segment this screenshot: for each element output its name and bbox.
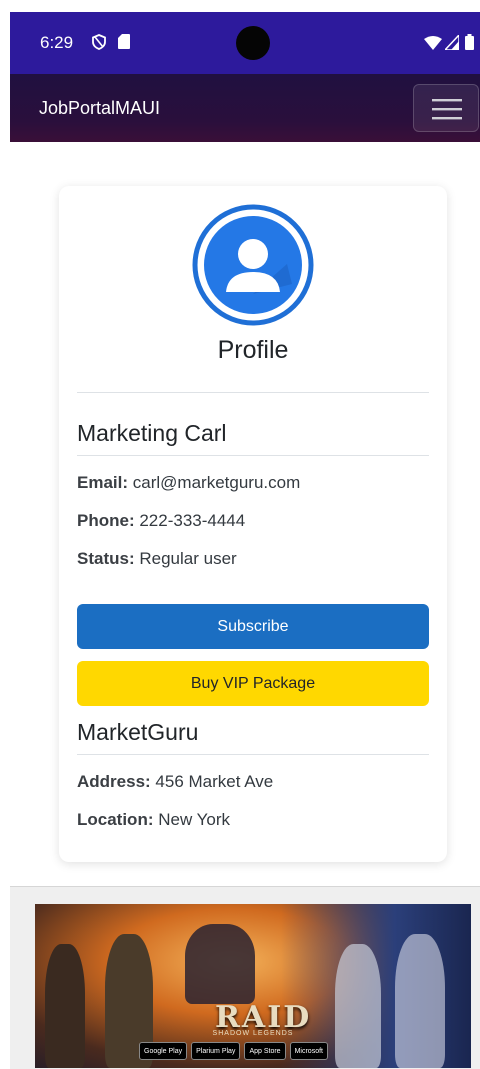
advertisement-banner[interactable]: RAID SHADOW LEGENDS Google Play Plarium … xyxy=(35,904,471,1068)
status-time: 6:29 xyxy=(40,33,74,52)
app-store-badge[interactable]: App Store xyxy=(244,1042,286,1060)
microsoft-badge[interactable]: Microsoft xyxy=(289,1042,328,1060)
buy-vip-package-button[interactable]: Buy VIP Package xyxy=(77,661,429,706)
divider xyxy=(77,754,429,755)
divider xyxy=(77,392,429,393)
navbar-toggler-button[interactable] xyxy=(413,84,479,132)
sd-card-icon xyxy=(118,34,130,49)
location-label: Location: xyxy=(77,810,154,829)
store-badges: Google Play Plarium Play App Store Micro… xyxy=(139,1042,328,1060)
phone-row: Phone: 222-333-4444 xyxy=(77,511,245,531)
divider xyxy=(77,455,429,456)
status-row: Status: Regular user xyxy=(77,549,237,569)
email-row: Email: carl@marketguru.com xyxy=(77,473,300,493)
phone-label: Phone: xyxy=(77,511,135,530)
camera-cutout xyxy=(236,26,270,60)
profile-card: Profile Marketing Carl Email: carl@marke… xyxy=(59,186,447,862)
ad-character xyxy=(185,924,255,1004)
location-value: New York xyxy=(158,810,231,829)
wifi-icon xyxy=(424,36,442,50)
status-value: Regular user xyxy=(139,549,237,568)
plarium-play-badge[interactable]: Plarium Play xyxy=(191,1042,241,1060)
hamburger-menu-icon xyxy=(432,99,462,120)
address-label: Address: xyxy=(77,772,151,791)
ad-character xyxy=(395,934,445,1068)
status-bar: 6:29 xyxy=(10,12,480,74)
ad-logo-subtitle: SHADOW LEGENDS xyxy=(212,1030,294,1037)
battery-icon xyxy=(465,34,474,50)
address-value: 456 Market Ave xyxy=(155,772,274,791)
phone-value: 222-333-4444 xyxy=(139,511,246,530)
top-navbar: JobPortalMAUI xyxy=(10,74,480,142)
ad-character xyxy=(45,944,85,1068)
location-row: Location: New York xyxy=(77,810,230,830)
subscribe-button[interactable]: Subscribe xyxy=(77,604,429,649)
status-label: Status: xyxy=(77,549,135,568)
email-value: carl@marketguru.com xyxy=(132,473,301,492)
address-row: Address: 456 Market Ave xyxy=(77,772,273,792)
user-name-heading: Marketing Carl xyxy=(77,420,227,446)
company-name-heading: MarketGuru xyxy=(77,719,199,745)
profile-title: Profile xyxy=(217,336,289,364)
user-avatar-icon xyxy=(192,204,314,326)
signal-icon xyxy=(445,35,459,50)
ad-character xyxy=(335,944,381,1068)
email-label: Email: xyxy=(77,473,129,492)
navbar-brand[interactable]: JobPortalMAUI xyxy=(39,98,160,119)
shield-icon xyxy=(92,34,106,50)
google-play-badge[interactable]: Google Play xyxy=(139,1042,188,1060)
